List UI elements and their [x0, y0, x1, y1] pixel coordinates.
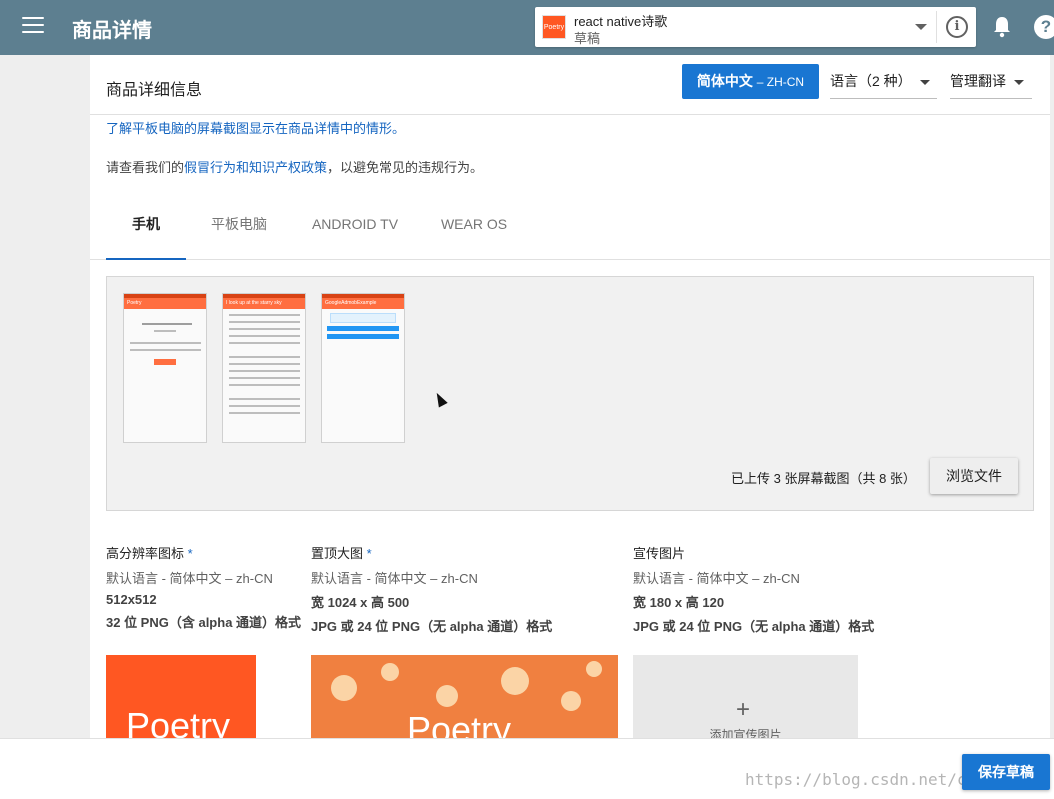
language-name: 简体中文	[696, 73, 753, 89]
thumb-button-bar	[327, 334, 399, 339]
screenshot-dropzone[interactable]: Poetry I look up at the starry sky Googl…	[106, 276, 1034, 511]
thumb-text-line	[229, 370, 300, 372]
graphic-format: JPG 或 24 位 PNG（无 alpha 通道）格式	[311, 619, 553, 634]
info-icon[interactable]: i	[946, 16, 968, 38]
thumb-text-line	[154, 330, 176, 332]
bokeh-dot	[436, 685, 458, 707]
graphic-size: 512x512	[106, 592, 157, 607]
thumb-text-line	[229, 384, 300, 386]
default-language-button[interactable]: 简体中文 – ZH-CN	[682, 64, 819, 99]
bokeh-dot	[586, 661, 602, 677]
device-tabs: 手机 平板电脑 ANDROID TV WEAR OS	[90, 203, 1050, 260]
caret-down-icon	[1014, 79, 1024, 85]
graphic-format: 32 位 PNG（含 alpha 通道）格式	[106, 615, 302, 630]
thumb-button-bar	[327, 326, 399, 331]
bokeh-dot	[561, 691, 581, 711]
manage-translations-dropdown[interactable]: 管理翻译	[950, 64, 1032, 99]
hi-res-icon-info: 高分辨率图标 * 默认语言 - 简体中文 – zh-CN 512x512 32 …	[106, 543, 301, 631]
help-icon[interactable]: ?	[1034, 15, 1054, 39]
menu-icon[interactable]	[22, 17, 44, 35]
language-code: – ZH-CN	[756, 75, 805, 89]
policy-prefix: 请查看我们的	[106, 160, 185, 175]
thumb-text-line	[229, 412, 300, 414]
section-title: 商品详细信息	[106, 82, 203, 99]
thumb-text-line	[130, 349, 201, 351]
hi-res-icon-preview[interactable]: Poetry	[106, 655, 256, 745]
caret-down-icon	[919, 79, 930, 85]
tab-wear-os[interactable]: WEAR OS	[428, 203, 520, 260]
thumb-text-line	[229, 328, 300, 330]
graphic-size: 宽 180 x 高 120	[633, 595, 725, 610]
required-marker: *	[187, 546, 193, 561]
graphic-heading: 置顶大图 *	[311, 543, 552, 562]
feature-graphic-info: 置顶大图 * 默认语言 - 简体中文 – zh-CN 宽 1024 x 高 50…	[311, 543, 552, 635]
tab-android-tv[interactable]: ANDROID TV	[305, 203, 405, 260]
thumb-text-line	[229, 405, 300, 407]
policy-suffix: ，以避免常见的违规行为。	[327, 160, 484, 175]
browse-files-button[interactable]: 浏览文件	[930, 458, 1018, 494]
promo-graphic-info: 宣传图片 默认语言 - 简体中文 – zh-CN 宽 180 x 高 120 J…	[633, 543, 874, 635]
thumb-app-bar: GoogleAdmobExample	[322, 298, 404, 309]
tablet-screenshots-link[interactable]: 了解平板电脑的屏幕截图显示在商品详情中的情形。	[106, 118, 405, 137]
thumb-text-line	[229, 363, 300, 365]
screenshot-thumbnail[interactable]: I look up at the starry sky	[222, 293, 306, 443]
graphic-size: 宽 1024 x 高 500	[311, 595, 410, 610]
chevron-down-icon[interactable]	[915, 24, 927, 30]
save-draft-button[interactable]: 保存草稿	[962, 754, 1050, 790]
thumb-text-line	[229, 335, 300, 337]
policy-notice: 请查看我们的假冒行为和知识产权政策，以避免常见的违规行为。	[106, 157, 483, 176]
bokeh-dot	[381, 663, 399, 681]
bottom-action-bar: https://blog.csdn.net/chensenp 保存草稿	[0, 738, 1054, 799]
graphic-heading: 宣传图片	[633, 543, 874, 562]
thumb-button	[154, 359, 176, 365]
required-marker: *	[366, 546, 372, 561]
screenshot-thumbnail[interactable]: GoogleAdmobExample	[321, 293, 405, 443]
thumb-text-line	[130, 342, 201, 344]
languages-dropdown[interactable]: 语言（2 种）	[830, 64, 937, 99]
thumb-text-line	[229, 314, 300, 316]
app-icon: Poetry	[542, 15, 566, 39]
divider	[936, 11, 937, 43]
thumb-text-line	[229, 377, 300, 379]
thumb-app-bar: I look up at the starry sky	[223, 298, 305, 309]
thumb-text-line	[229, 321, 300, 323]
app-status: 草稿	[574, 31, 601, 46]
thumb-title-line	[142, 323, 192, 325]
tab-phone[interactable]: 手机	[106, 203, 186, 260]
graphic-heading-text: 宣传图片	[633, 546, 686, 561]
screenshot-thumbnail[interactable]: Poetry	[123, 293, 207, 443]
thumb-app-bar: Poetry	[124, 298, 206, 309]
feature-graphic-preview[interactable]: Poetry	[311, 655, 618, 745]
graphic-language: 默认语言 - 简体中文 – zh-CN	[633, 571, 800, 586]
thumb-text-line	[229, 356, 300, 358]
manage-translations-label: 管理翻译	[950, 73, 1006, 89]
store-listing-card: 商品详细信息 简体中文 – ZH-CN 语言（2 种） 管理翻译 了解平板电脑的…	[90, 55, 1050, 745]
app-selector[interactable]: Poetry react native诗歌 草稿 i	[535, 7, 976, 47]
thumb-banner	[330, 313, 396, 323]
ip-policy-link[interactable]: 假冒行为和知识产权政策	[184, 160, 327, 175]
graphic-heading-text: 高分辨率图标	[106, 546, 185, 561]
graphic-language: 默认语言 - 简体中文 – zh-CN	[106, 571, 273, 586]
thumb-text-line	[229, 342, 300, 344]
page-title: 商品详情	[72, 20, 152, 42]
section-header: 商品详细信息 简体中文 – ZH-CN 语言（2 种） 管理翻译	[90, 55, 1050, 115]
upload-status: 已上传 3 张屏幕截图（共 8 张）	[731, 471, 916, 486]
graphic-language: 默认语言 - 简体中文 – zh-CN	[311, 571, 478, 586]
thumb-text-line	[229, 398, 300, 400]
graphic-heading-text: 置顶大图	[311, 546, 364, 561]
bell-icon[interactable]	[992, 16, 1012, 38]
bokeh-dot	[501, 667, 529, 695]
bokeh-dot	[331, 675, 357, 701]
tab-tablet[interactable]: 平板电脑	[194, 203, 284, 260]
add-promo-graphic-button[interactable]: + 添加宣传图片	[633, 655, 858, 745]
graphic-format: JPG 或 24 位 PNG（无 alpha 通道）格式	[633, 619, 875, 634]
languages-dropdown-label: 语言（2 种）	[830, 73, 912, 89]
graphic-heading: 高分辨率图标 *	[106, 543, 301, 562]
mouse-cursor-icon	[432, 390, 448, 408]
plus-icon: +	[736, 696, 751, 723]
top-app-bar: 商品详情 Poetry react native诗歌 草稿 i ?	[0, 0, 1054, 55]
